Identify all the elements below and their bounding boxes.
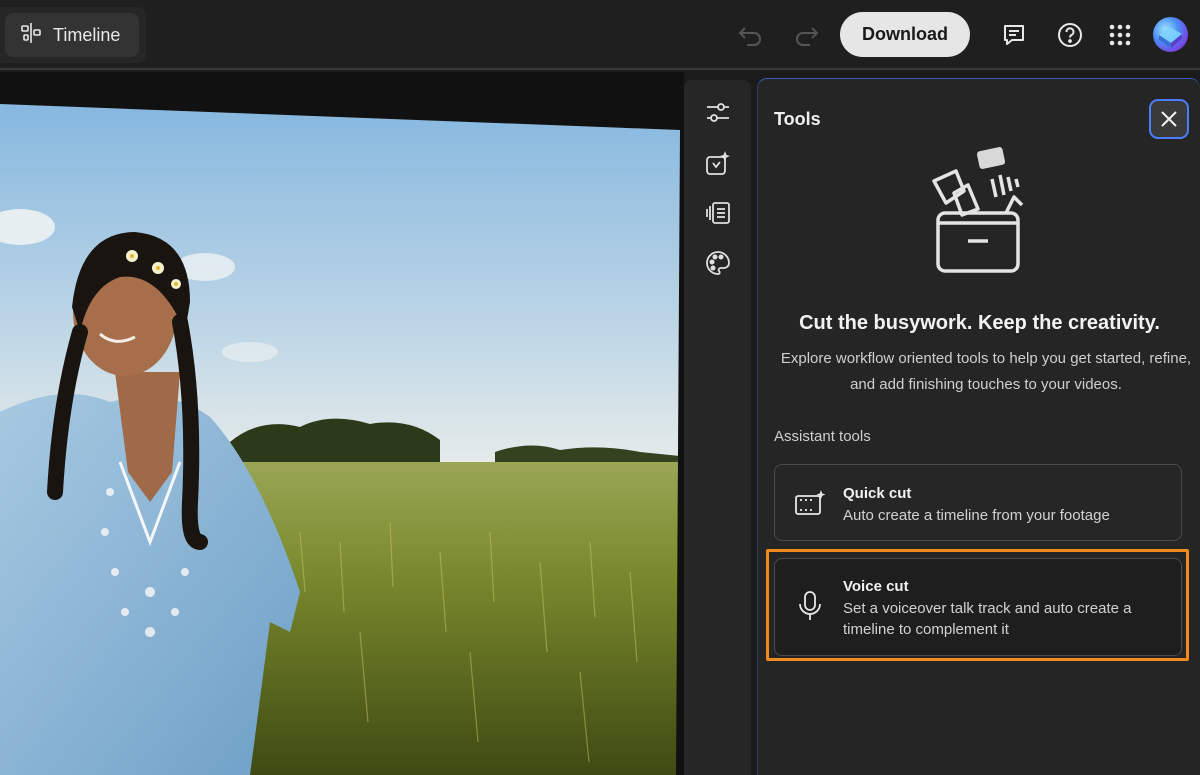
download-button[interactable]: Download [840,12,970,57]
timeline-button[interactable]: Timeline [5,13,139,57]
color-palette-icon [706,251,730,275]
help-button[interactable] [1055,20,1085,50]
rail-captions-button[interactable] [701,196,735,230]
apps-button[interactable] [1105,20,1135,50]
panel-headline: Cut the busywork. Keep the creativity. [799,312,1160,334]
quick-cut-description: Auto create a timeline from your footage [843,507,1110,524]
voice-cut-title: Voice cut [843,578,909,595]
captions-icon [706,202,730,224]
quick-cut-card[interactable]: Quick cut Auto create a timeline from yo… [774,464,1182,541]
top-bar: Timeline Download [0,0,1200,70]
close-panel-button[interactable] [1149,99,1189,139]
rail-magic-button[interactable] [701,146,735,180]
avatar[interactable] [1153,17,1188,52]
panel-description: Explore workflow oriented tools to help … [780,350,1192,393]
timeline-icon [19,21,43,50]
voice-cut-description: Set a voiceover talk track and auto crea… [843,600,1132,638]
voice-cut-card[interactable]: Voice cut Set a voiceover talk track and… [774,558,1182,656]
panel-title: Tools [774,109,821,129]
magic-cut-icon [706,151,730,175]
rail-color-button[interactable] [701,246,735,280]
close-icon [1161,111,1177,127]
rail-adjustments-button[interactable] [701,96,735,130]
timeline-toggle-group: Timeline [0,7,146,63]
quick-cut-title: Quick cut [843,485,912,502]
quick-cut-icon [793,486,827,520]
help-icon [1058,23,1082,47]
comment-icon [1004,25,1024,45]
tools-panel: Tools Cut the busywork. Keep the creativ… [757,78,1200,775]
undo-button[interactable] [735,20,765,50]
undo-icon [738,27,761,46]
microphone-icon [793,589,827,623]
tools-box-illustration [932,147,1024,273]
redo-button[interactable] [792,20,822,50]
assistant-tools-label: Assistant tools [774,428,871,445]
redo-icon [796,27,819,46]
apps-grid-icon [1109,24,1131,46]
tools-rail [684,80,751,775]
feedback-button[interactable] [999,20,1029,50]
video-preview[interactable] [0,72,684,775]
video-frame-image [0,72,684,775]
adjustments-sliders-icon [707,103,729,122]
timeline-label: Timeline [53,24,121,45]
